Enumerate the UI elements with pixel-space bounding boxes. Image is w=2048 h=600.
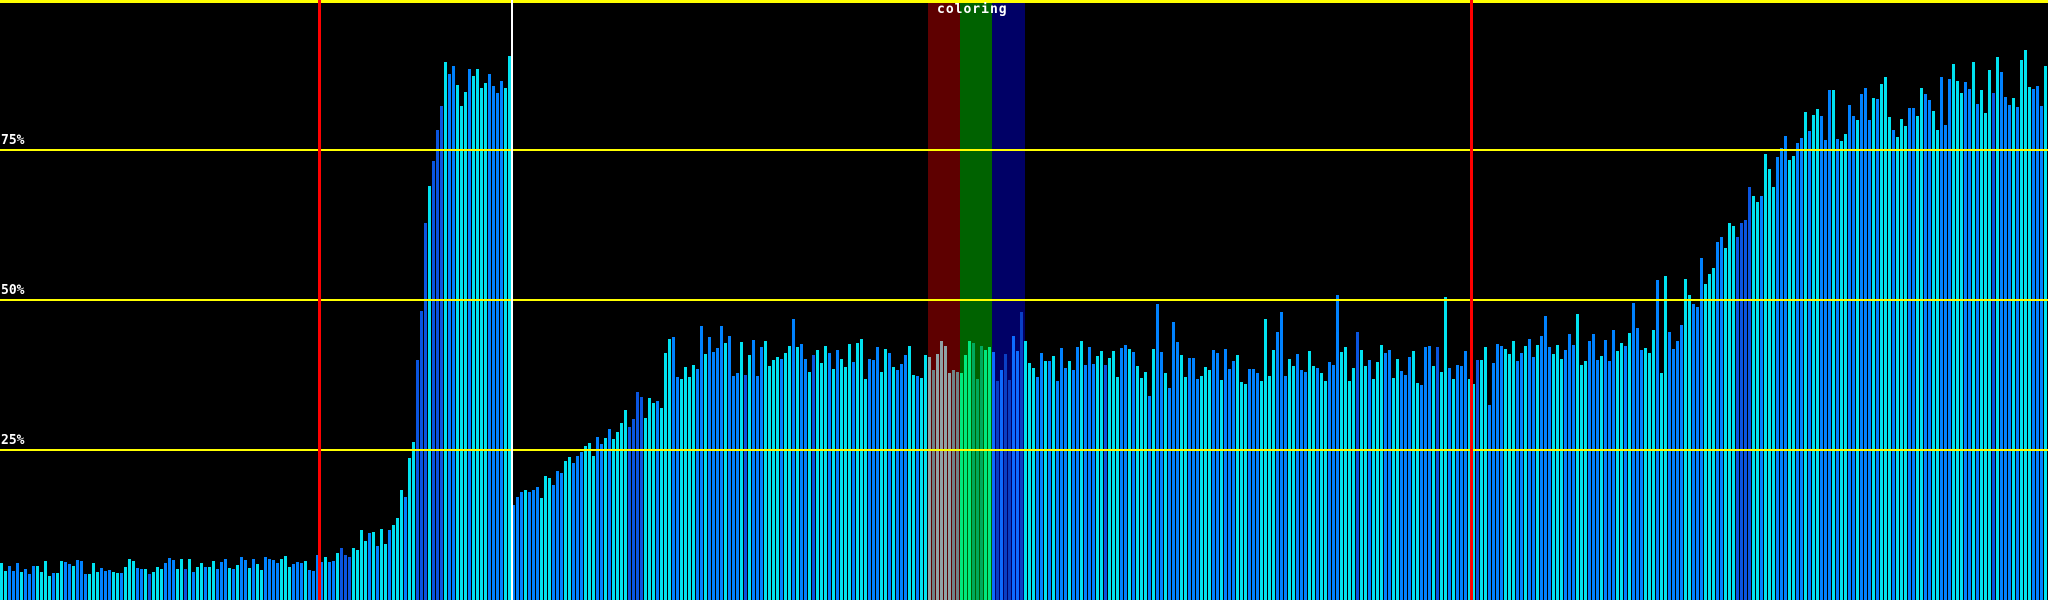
gridline-label-50: 50% [1,283,25,298]
gridline-label-75: 75% [1,133,25,148]
labels-layer: 75% 50% 25% coloring [0,0,2048,600]
usage-graph: 75% 50% 25% coloring [0,0,2048,600]
gridline-label-25: 25% [1,433,25,448]
coloring-annotation-label: coloring [937,2,1008,17]
